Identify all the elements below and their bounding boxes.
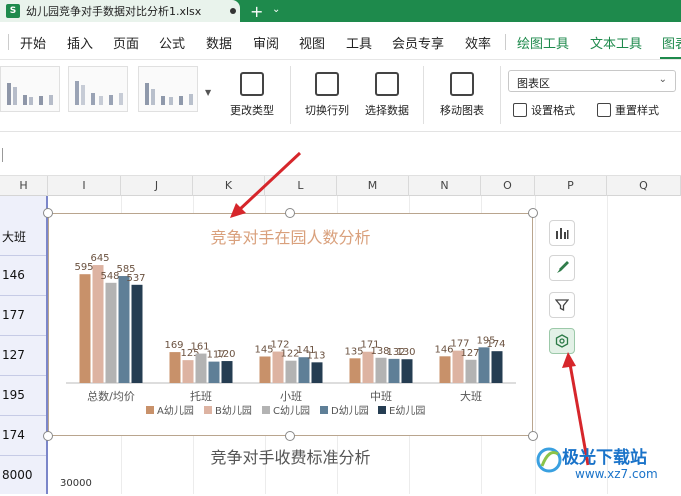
formula-bar[interactable] xyxy=(0,132,681,176)
chart-settings-button[interactable] xyxy=(549,328,575,354)
column-header[interactable]: J xyxy=(121,176,193,196)
chart-type-icon xyxy=(240,72,264,96)
menu-data[interactable]: 数据 xyxy=(206,33,232,52)
menu-chart-tools[interactable]: 图表 xyxy=(662,33,681,52)
table-icon xyxy=(375,72,399,96)
change-type-button[interactable]: 更改类型 xyxy=(225,66,279,118)
chart-filter-button[interactable] xyxy=(549,292,575,318)
chart-elements-icon xyxy=(556,228,569,239)
resize-handle[interactable] xyxy=(285,431,295,441)
document-tab[interactable]: S 幼儿园竞争对手数据对比分析1.xlsx xyxy=(0,0,240,22)
watermark-name: 极光下载站 xyxy=(562,448,647,468)
switch-icon xyxy=(315,72,339,96)
menu-text-tools[interactable]: 文本工具 xyxy=(590,33,642,52)
menu-insert[interactable]: 插入 xyxy=(67,33,93,52)
ribbon-divider xyxy=(290,66,291,124)
format-icon xyxy=(513,103,527,117)
brush-icon xyxy=(557,261,569,273)
cell[interactable]: 195 xyxy=(0,376,46,416)
resize-handle[interactable] xyxy=(43,431,53,441)
spreadsheet-icon: S xyxy=(6,4,20,18)
cell[interactable]: 大班 xyxy=(0,216,46,256)
resize-handle[interactable] xyxy=(285,208,295,218)
active-tab-indicator xyxy=(660,57,681,59)
filter-icon xyxy=(555,299,569,312)
reset-icon xyxy=(597,103,611,117)
menu-formula[interactable]: 公式 xyxy=(159,33,185,52)
hexagon-settings-icon xyxy=(555,334,569,348)
select-data-button[interactable]: 选择数据 xyxy=(360,66,414,118)
chevron-down-icon: ⌄ xyxy=(658,74,667,85)
menu-bar: 开始 插入 页面 公式 数据 审阅 视图 工具 会员专享 效率 绘图工具 文本工… xyxy=(0,22,681,60)
column-header[interactable]: M xyxy=(337,176,409,196)
column-header[interactable]: L xyxy=(265,176,337,196)
column-header[interactable]: N xyxy=(409,176,481,196)
ribbon-divider xyxy=(423,66,424,124)
menu-divider xyxy=(8,34,9,50)
move-chart-button[interactable]: 移动图表 xyxy=(434,66,490,118)
cell[interactable]: 177 xyxy=(0,296,46,336)
column-header[interactable]: P xyxy=(535,176,607,196)
ribbon-divider xyxy=(500,66,501,124)
text-cursor xyxy=(2,148,3,162)
cell[interactable]: 146 xyxy=(0,256,46,296)
switch-row-col-button[interactable]: 切换行列 xyxy=(300,66,354,118)
menu-draw-tools[interactable]: 绘图工具 xyxy=(517,33,569,52)
second-chart-title[interactable]: 竞争对手收费标准分析 xyxy=(48,444,533,468)
menu-efficiency[interactable]: 效率 xyxy=(465,33,491,52)
column-header[interactable]: I xyxy=(48,176,121,196)
ribbon: ▼ 更改类型 切换行列 选择数据 移动图表 图表区 ⌄ 设置格式 重置样式 xyxy=(0,60,681,132)
column-header[interactable]: O xyxy=(481,176,535,196)
chart-style-thumb-2[interactable] xyxy=(68,66,128,112)
chart-style-thumb-3[interactable] xyxy=(138,66,198,112)
set-format-button[interactable]: 设置格式 xyxy=(513,102,575,118)
cell[interactable]: 127 xyxy=(0,336,46,376)
column-header[interactable]: Q xyxy=(607,176,681,196)
cell[interactable]: 174 xyxy=(0,416,46,456)
cell[interactable]: 8000 xyxy=(0,456,46,496)
new-tab-button[interactable]: + xyxy=(250,2,263,21)
menu-divider xyxy=(505,34,506,50)
chart-elements-button[interactable] xyxy=(549,220,575,246)
watermark-url: www.xz7.com xyxy=(575,467,658,481)
move-chart-icon xyxy=(450,72,474,96)
menu-tools[interactable]: 工具 xyxy=(346,33,372,52)
title-tab-bar: S 幼儿园竞争对手数据对比分析1.xlsx + ⌄ xyxy=(0,0,681,22)
resize-handle[interactable] xyxy=(528,208,538,218)
chart-style-button[interactable] xyxy=(549,255,575,281)
menu-review[interactable]: 审阅 xyxy=(253,33,279,52)
second-chart-tick: 30000 xyxy=(60,478,92,489)
menu-view[interactable]: 视图 xyxy=(299,33,325,52)
chart-title[interactable]: 竞争对手在园人数分析 xyxy=(48,224,533,248)
reset-style-button[interactable]: 重置样式 xyxy=(597,102,659,118)
gallery-expand-icon[interactable]: ▼ xyxy=(205,88,211,97)
document-name: 幼儿园竞争对手数据对比分析1.xlsx xyxy=(26,5,202,18)
chart-style-thumb-1[interactable] xyxy=(0,66,60,112)
resize-handle[interactable] xyxy=(43,208,53,218)
selected-column-h[interactable]: 大班 146 177 127 195 174 8000 xyxy=(0,196,48,494)
column-header[interactable]: H xyxy=(0,176,48,196)
menu-home[interactable]: 开始 xyxy=(20,33,46,52)
chart-element-select[interactable]: 图表区 ⌄ xyxy=(508,70,676,92)
menu-member[interactable]: 会员专享 xyxy=(392,33,444,52)
column-headers: H I J K L M N O P Q xyxy=(0,176,681,196)
unsaved-dot-icon xyxy=(230,8,236,14)
column-header[interactable]: K xyxy=(193,176,265,196)
new-tab-menu-icon[interactable]: ⌄ xyxy=(272,4,280,15)
menu-page[interactable]: 页面 xyxy=(113,33,139,52)
